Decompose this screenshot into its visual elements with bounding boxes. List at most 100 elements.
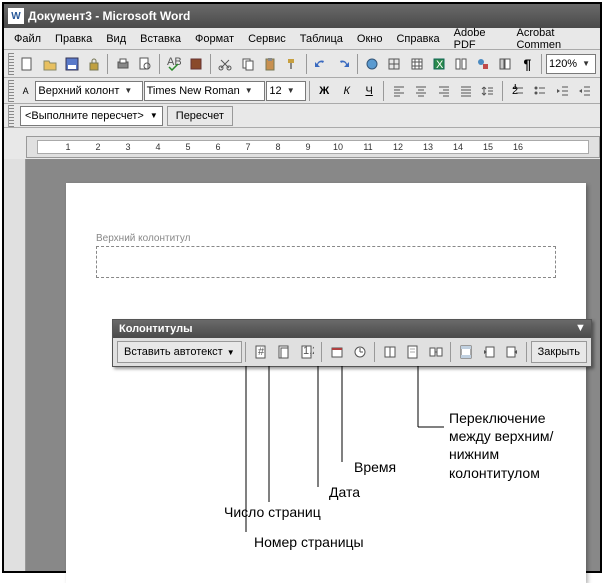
insert-page-number-button[interactable]: # bbox=[250, 341, 272, 363]
page-setup-button[interactable] bbox=[379, 341, 401, 363]
separator-icon bbox=[159, 54, 161, 74]
menu-format[interactable]: Формат bbox=[189, 31, 240, 47]
horizontal-ruler[interactable]: 1 2 3 4 5 6 7 8 9 10 11 12 13 14 15 16 bbox=[26, 136, 600, 158]
spellcheck-button[interactable]: ABC bbox=[164, 53, 185, 75]
undo-icon bbox=[314, 57, 328, 71]
window-title: Документ3 - Microsoft Word bbox=[28, 9, 190, 23]
vertical-ruler[interactable] bbox=[4, 159, 26, 571]
callout-page-count: Число страниц bbox=[224, 504, 321, 520]
show-next-button[interactable] bbox=[501, 341, 523, 363]
open-button[interactable] bbox=[39, 53, 60, 75]
svg-text:#: # bbox=[258, 346, 265, 358]
menu-file[interactable]: Файл bbox=[8, 31, 47, 47]
brush-icon bbox=[285, 57, 299, 71]
show-marks-button[interactable]: ¶ bbox=[517, 53, 538, 75]
show-hide-text-button[interactable] bbox=[402, 341, 424, 363]
menubar: Файл Правка Вид Вставка Формат Сервис Та… bbox=[4, 28, 600, 50]
style-combo[interactable]: Верхний колонт ▼ bbox=[35, 81, 142, 101]
insert-date-button[interactable] bbox=[326, 341, 348, 363]
menu-insert[interactable]: Вставка bbox=[134, 31, 187, 47]
header-edit-box[interactable] bbox=[96, 246, 556, 278]
format-page-number-button[interactable]: 1,2 bbox=[296, 341, 318, 363]
toolbar-grip[interactable] bbox=[8, 105, 14, 127]
font-size-combo[interactable]: 12 ▼ bbox=[266, 81, 305, 101]
insert-table-button[interactable] bbox=[406, 53, 427, 75]
ruler-scale: 1 2 3 4 5 6 7 8 9 10 11 12 13 14 15 16 bbox=[37, 140, 589, 154]
switch-header-footer-button[interactable] bbox=[455, 341, 477, 363]
chevron-down-icon: ▼ bbox=[150, 111, 158, 120]
recalc-button[interactable]: Пересчет bbox=[167, 106, 233, 126]
menu-table[interactable]: Таблица bbox=[294, 31, 349, 47]
ruler-mark: 11 bbox=[363, 142, 372, 152]
underline-button[interactable]: Ч bbox=[358, 80, 379, 102]
align-center-button[interactable] bbox=[410, 80, 431, 102]
save-button[interactable] bbox=[61, 53, 82, 75]
floating-toolbar-titlebar[interactable]: Колонтитулы ▼ bbox=[113, 320, 591, 338]
line-spacing-icon bbox=[481, 84, 495, 98]
page[interactable]: Верхний колонтитул bbox=[66, 183, 586, 583]
scissors-icon bbox=[218, 57, 232, 71]
globe-link-icon bbox=[365, 57, 379, 71]
numbering-button[interactable]: 12 bbox=[507, 80, 528, 102]
line-spacing-button[interactable] bbox=[478, 80, 499, 102]
menu-tools[interactable]: Сервис bbox=[242, 31, 292, 47]
research-button[interactable] bbox=[186, 53, 207, 75]
align-right-button[interactable] bbox=[433, 80, 454, 102]
align-justify-button[interactable] bbox=[455, 80, 476, 102]
bullets-button[interactable] bbox=[530, 80, 551, 102]
redo-button[interactable] bbox=[333, 53, 354, 75]
menu-window[interactable]: Окно bbox=[351, 31, 389, 47]
cut-button[interactable] bbox=[215, 53, 236, 75]
same-as-previous-button[interactable] bbox=[425, 341, 447, 363]
menu-view[interactable]: Вид bbox=[100, 31, 132, 47]
menu-adobe-pdf[interactable]: Adobe PDF bbox=[448, 25, 509, 53]
separator-icon bbox=[210, 54, 212, 74]
close-hf-button[interactable]: Закрыть bbox=[531, 341, 587, 363]
hyperlink-button[interactable] bbox=[362, 53, 383, 75]
permissions-button[interactable] bbox=[83, 53, 104, 75]
show-previous-button[interactable] bbox=[478, 341, 500, 363]
copy-button[interactable] bbox=[237, 53, 258, 75]
align-left-icon bbox=[392, 84, 406, 98]
decrease-indent-button[interactable] bbox=[552, 80, 573, 102]
ruler-mark: 14 bbox=[453, 142, 463, 152]
tables-borders-button[interactable] bbox=[384, 53, 405, 75]
paste-button[interactable] bbox=[259, 53, 280, 75]
insert-time-button[interactable] bbox=[349, 341, 371, 363]
header-label: Верхний колонтитул bbox=[96, 233, 556, 244]
format-painter-button[interactable] bbox=[281, 53, 302, 75]
header-footer-toolbar[interactable]: Колонтитулы ▼ Вставить автотекст ▼ # 1,2 bbox=[112, 319, 592, 367]
separator-icon bbox=[107, 54, 109, 74]
copy-icon bbox=[241, 57, 255, 71]
docmap-button[interactable] bbox=[495, 53, 516, 75]
align-left-button[interactable] bbox=[388, 80, 409, 102]
drawing-button[interactable] bbox=[473, 53, 494, 75]
insert-autotext-button[interactable]: Вставить автотекст ▼ bbox=[117, 341, 242, 363]
new-doc-button[interactable] bbox=[17, 53, 38, 75]
increase-indent-button[interactable] bbox=[575, 80, 596, 102]
header-area[interactable]: Верхний колонтитул bbox=[96, 233, 556, 278]
toolbar-grip[interactable] bbox=[8, 53, 14, 75]
svg-text:ABC: ABC bbox=[167, 57, 181, 68]
menu-help[interactable]: Справка bbox=[390, 31, 445, 47]
toolbar-grip[interactable] bbox=[8, 80, 14, 102]
excel-button[interactable]: X bbox=[428, 53, 449, 75]
print-button[interactable] bbox=[112, 53, 133, 75]
columns-icon bbox=[454, 57, 468, 71]
font-combo[interactable]: Times New Roman ▼ bbox=[144, 81, 266, 101]
insert-page-count-button[interactable] bbox=[273, 341, 295, 363]
italic-button[interactable]: К bbox=[336, 80, 357, 102]
menu-edit[interactable]: Правка bbox=[49, 31, 98, 47]
callout-page-number: Номер страницы bbox=[254, 534, 364, 550]
close-icon[interactable]: ▼ bbox=[575, 324, 585, 334]
undo-button[interactable] bbox=[310, 53, 331, 75]
ruler-mark: 4 bbox=[155, 142, 160, 152]
bold-button[interactable]: Ж bbox=[313, 80, 334, 102]
print-preview-button[interactable] bbox=[135, 53, 156, 75]
zoom-value: 120% bbox=[549, 58, 577, 70]
styles-pane-button[interactable]: A bbox=[17, 80, 35, 102]
recalc-combo[interactable]: <Выполните пересчет> ▼ bbox=[20, 106, 163, 126]
columns-button[interactable] bbox=[450, 53, 471, 75]
zoom-combo[interactable]: 120% ▼ bbox=[546, 54, 596, 74]
menu-acrobat-comments[interactable]: Acrobat Commen bbox=[510, 25, 596, 53]
